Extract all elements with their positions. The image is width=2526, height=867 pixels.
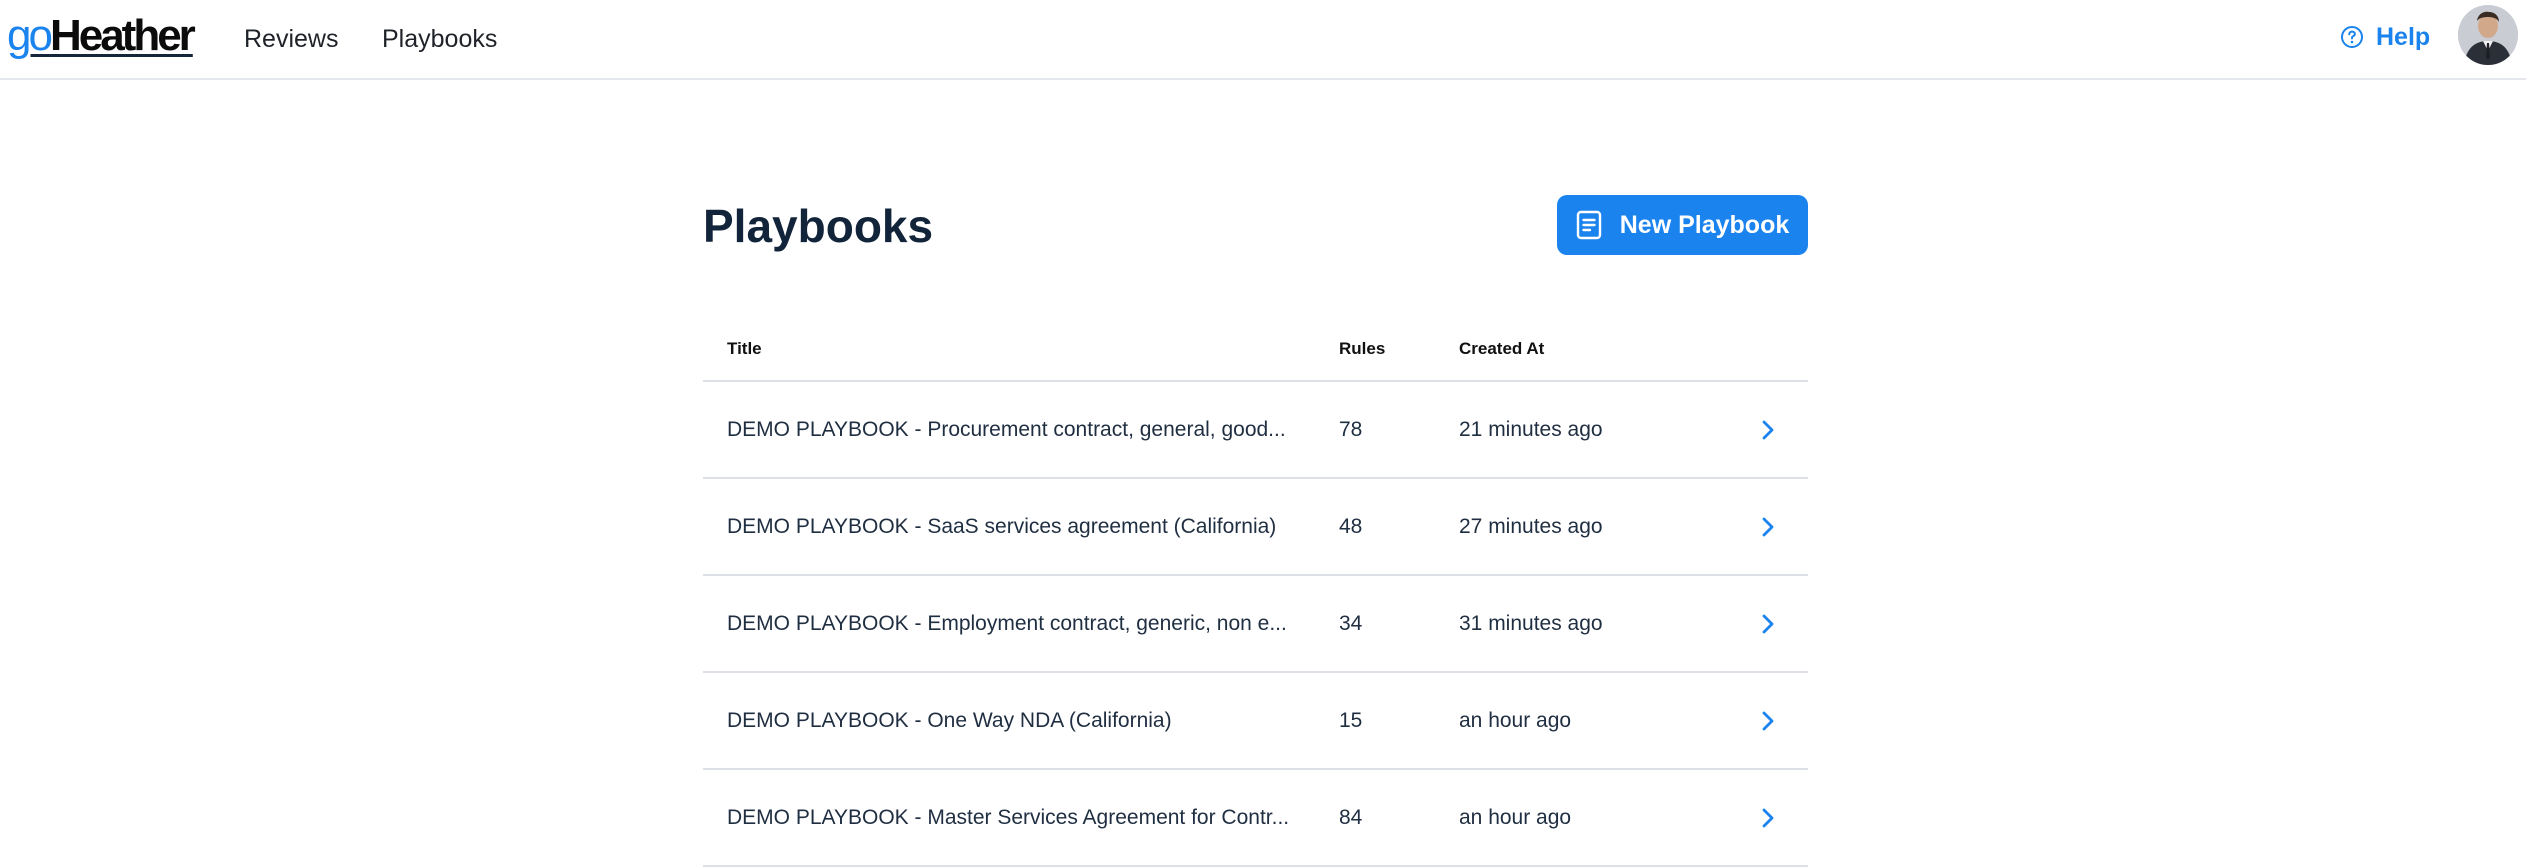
playbook-title: DEMO PLAYBOOK - Master Services Agreemen… [727,806,1290,829]
help-circle-icon [2341,26,2363,48]
document-icon [1576,210,1601,240]
help-link[interactable]: Help [2340,17,2430,57]
page-title: Playbooks [703,200,934,252]
table-row[interactable]: DEMO PLAYBOOK - Employment contract, gen… [703,576,1808,673]
logo-main: Heather [49,11,196,60]
created-at: 21 minutes ago [1459,418,1603,441]
new-playbook-label: New Playbook [1619,210,1790,239]
user-avatar[interactable] [2458,5,2518,65]
column-header-title: Title [727,339,762,358]
table-row[interactable]: DEMO PLAYBOOK - SaaS services agreement … [703,479,1808,576]
chevron-right-icon[interactable] [1754,804,1782,832]
rules-count: 78 [1339,418,1363,441]
column-header-rules: Rules [1339,339,1386,358]
chevron-right-icon[interactable] [1754,416,1782,444]
created-at: an hour ago [1459,709,1572,732]
table-row[interactable]: DEMO PLAYBOOK - Procurement contract, ge… [703,382,1808,479]
chevron-right-icon[interactable] [1754,513,1782,541]
rules-count: 34 [1339,612,1363,635]
logo-prefix: go [7,11,53,60]
nav-link-reviews[interactable]: Reviews [244,22,338,56]
rules-count: 48 [1339,515,1363,538]
avatar-image [2458,5,2518,65]
nav-link-playbooks[interactable]: Playbooks [382,22,497,56]
chevron-right-icon[interactable] [1754,610,1782,638]
playbooks-table: Title Rules Created At DEMO PLAYBOOK - P… [703,318,1808,867]
playbook-title: DEMO PLAYBOOK - Employment contract, gen… [727,612,1287,635]
help-label: Help [2376,22,2431,51]
chevron-right-icon[interactable] [1754,707,1782,735]
playbook-title: DEMO PLAYBOOK - One Way NDA (California) [727,709,1172,732]
table-row[interactable]: DEMO PLAYBOOK - One Way NDA (California)… [703,673,1808,770]
new-playbook-button[interactable]: New Playbook [1557,195,1808,255]
created-at: 27 minutes ago [1459,515,1603,538]
rules-count: 84 [1339,806,1363,829]
rules-count: 15 [1339,709,1363,732]
column-header-created-at: Created At [1459,339,1545,358]
created-at: an hour ago [1459,806,1572,829]
playbook-title: DEMO PLAYBOOK - SaaS services agreement … [727,515,1277,538]
created-at: 31 minutes ago [1459,612,1603,635]
gohheather-logo[interactable]: goHeather [7,8,196,64]
playbook-title: DEMO PLAYBOOK - Procurement contract, ge… [727,418,1286,441]
table-row[interactable]: DEMO PLAYBOOK - Master Services Agreemen… [703,770,1808,867]
table-header: Title Rules Created At [703,318,1808,382]
top-navigation-bar: goHeather Reviews Playbooks Help [0,0,2526,80]
